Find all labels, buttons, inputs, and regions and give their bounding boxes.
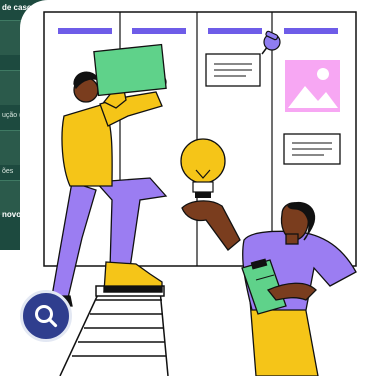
ladder xyxy=(59,285,169,376)
search-button[interactable] xyxy=(20,290,72,342)
column-header-4 xyxy=(284,28,338,34)
column-header-3 xyxy=(208,28,262,34)
image-card-icon xyxy=(285,60,340,112)
column-header-1 xyxy=(58,28,112,34)
green-task-card xyxy=(93,43,167,97)
note-card xyxy=(205,53,261,87)
note-card xyxy=(283,133,341,165)
column-header-2 xyxy=(132,28,186,34)
search-icon xyxy=(35,305,58,328)
